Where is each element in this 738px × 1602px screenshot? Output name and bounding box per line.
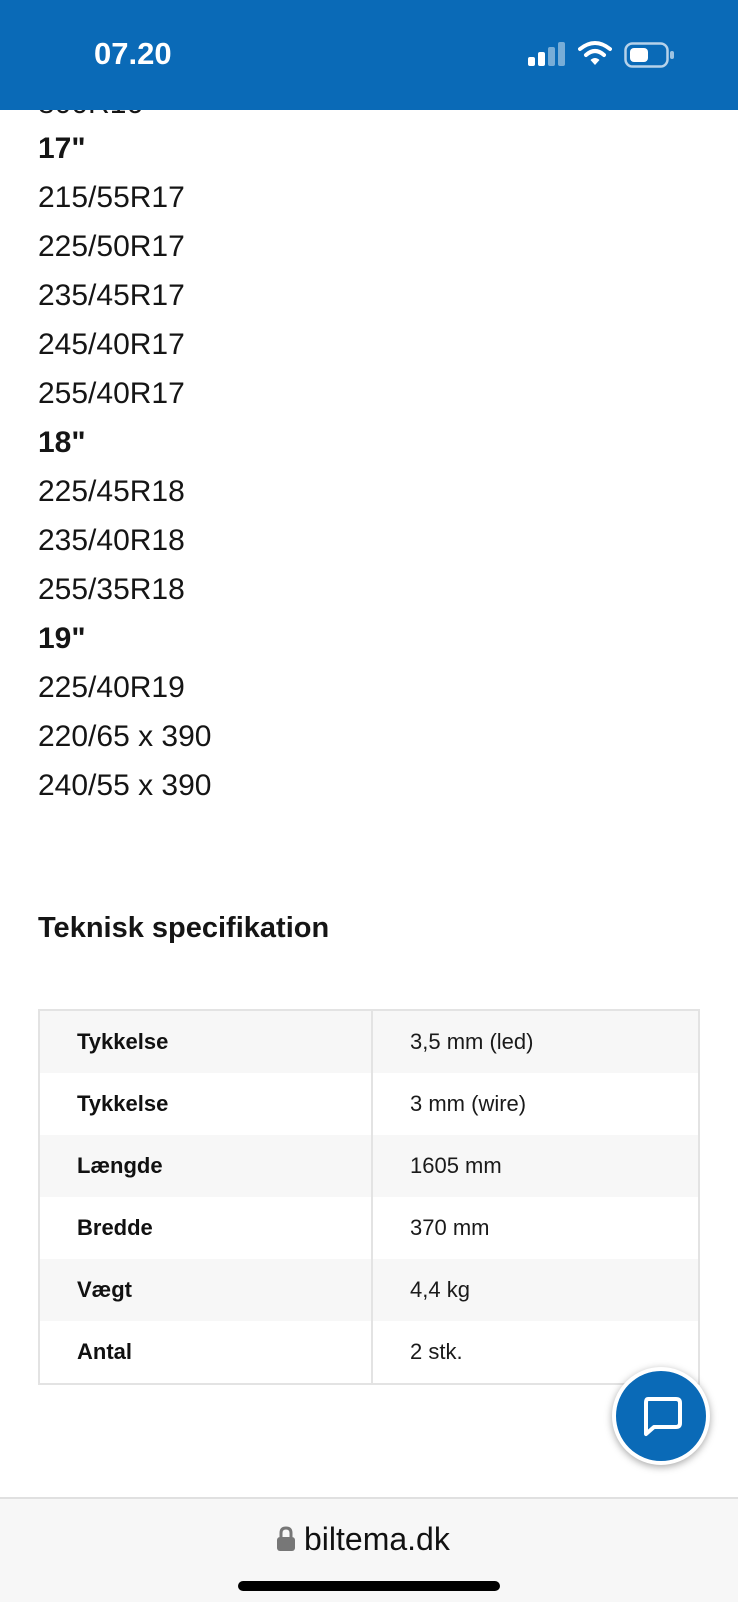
chat-bubble-icon xyxy=(644,1397,682,1436)
home-indicator[interactable] xyxy=(238,1581,500,1591)
list-item: 255/40R17 xyxy=(38,377,185,410)
list-item: 255/35R18 xyxy=(38,573,185,606)
list-item: 240/55 x 390 xyxy=(38,769,212,802)
specification-table: Tykkelse 3,5 mm (led) Tykkelse 3 mm (wir… xyxy=(38,1009,700,1385)
list-item: 245/40R17 xyxy=(38,328,185,361)
status-bar: 07.20 xyxy=(0,0,738,110)
table-row: Længde 1605 mm xyxy=(39,1135,699,1197)
chat-button[interactable] xyxy=(612,1367,710,1465)
table-row: Antal 2 stk. xyxy=(39,1321,699,1384)
list-item: 225/40R19 xyxy=(38,671,185,704)
spec-label: Vægt xyxy=(39,1259,373,1321)
battery-icon xyxy=(624,42,674,68)
list-item: 235/45R17 xyxy=(38,279,185,312)
spec-label: Bredde xyxy=(39,1197,373,1259)
table-row: Vægt 4,4 kg xyxy=(39,1259,699,1321)
spec-value: 3 mm (wire) xyxy=(372,1073,699,1135)
rim-size-heading: 19" xyxy=(38,622,86,655)
browser-address-bar[interactable]: biltema.dk xyxy=(0,1497,738,1602)
spec-value: 3,5 mm (led) xyxy=(372,1010,699,1073)
tyre-size-list: 800R16 17" 215/55R17 225/50R17 235/45R17… xyxy=(38,84,211,810)
page-content: 800R16 17" 215/55R17 225/50R17 235/45R17… xyxy=(0,0,738,1495)
table-row: Tykkelse 3 mm (wire) xyxy=(39,1073,699,1135)
spec-label: Længde xyxy=(39,1135,373,1197)
list-item: 225/50R17 xyxy=(38,230,185,263)
spec-value: 370 mm xyxy=(372,1197,699,1259)
wifi-icon xyxy=(578,41,612,65)
section-title-specification: Teknisk specifikation xyxy=(38,912,330,944)
list-item: 220/65 x 390 xyxy=(38,720,212,753)
spec-value: 1605 mm xyxy=(372,1135,699,1197)
rim-size-heading: 17" xyxy=(38,132,86,165)
table-row: Bredde 370 mm xyxy=(39,1197,699,1259)
table-row: Tykkelse 3,5 mm (led) xyxy=(39,1010,699,1073)
spec-label: Tykkelse xyxy=(39,1010,373,1073)
list-item: 215/55R17 xyxy=(38,181,185,214)
list-item: 225/45R18 xyxy=(38,475,185,508)
spec-label: Antal xyxy=(39,1321,373,1384)
lock-icon xyxy=(277,1526,295,1551)
rim-size-heading: 18" xyxy=(38,426,86,459)
spec-value: 4,4 kg xyxy=(372,1259,699,1321)
list-item: 235/40R18 xyxy=(38,524,185,557)
status-time: 07.20 xyxy=(94,36,172,71)
spec-label: Tykkelse xyxy=(39,1073,373,1135)
signal-icon xyxy=(528,42,566,66)
url-text: biltema.dk xyxy=(304,1520,450,1557)
